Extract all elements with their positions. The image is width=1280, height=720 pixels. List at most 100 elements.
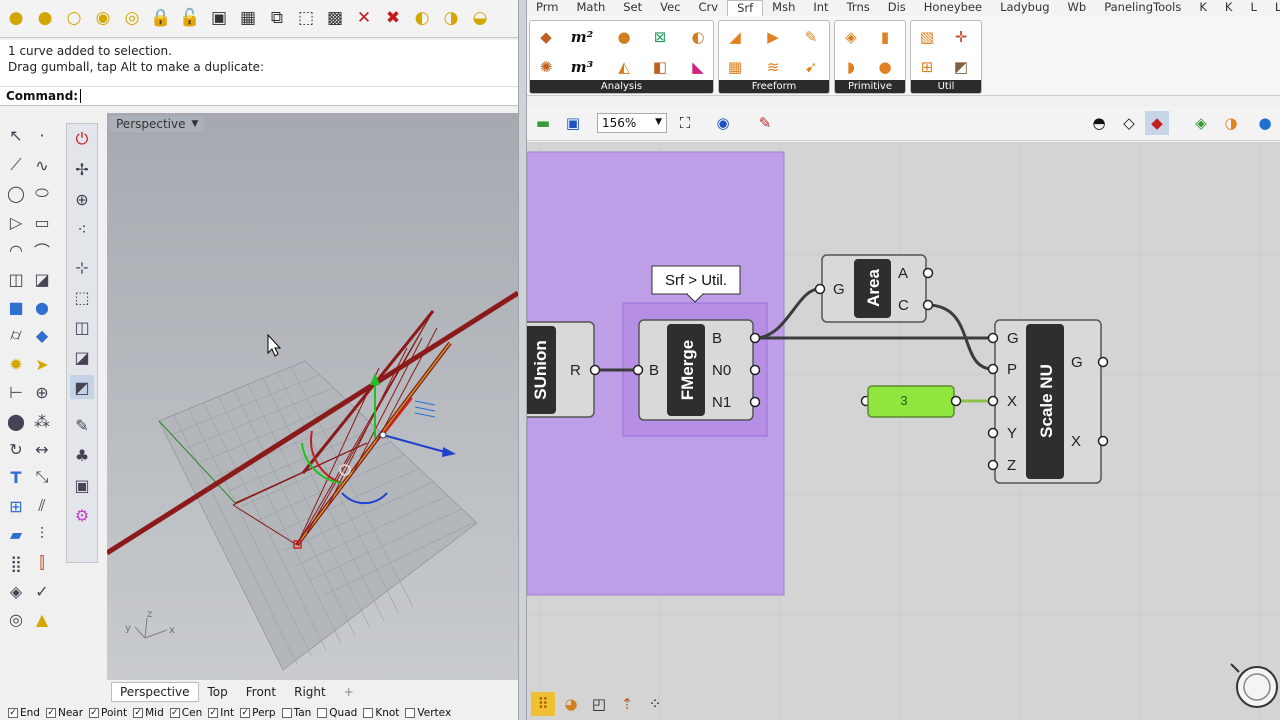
cube-icon[interactable]: ◪ bbox=[70, 345, 94, 369]
cube-icon[interactable]: ⬚ bbox=[70, 285, 94, 309]
osnap-checkbox[interactable]: ✓ bbox=[45, 708, 56, 718]
input-grip[interactable] bbox=[987, 332, 999, 344]
save-icon[interactable]: ▣ bbox=[561, 111, 585, 135]
power-icon[interactable]: ⏻ bbox=[70, 127, 94, 151]
solid-icon[interactable]: ▰ bbox=[4, 522, 28, 546]
sphere-icon[interactable]: ● bbox=[30, 295, 54, 319]
loft-icon[interactable]: ▦ bbox=[723, 55, 747, 79]
polygon-icon[interactable]: ▷ bbox=[4, 210, 28, 234]
gear-icon[interactable]: ⚙ bbox=[70, 503, 94, 527]
extrude-icon[interactable]: ◢ bbox=[723, 25, 747, 49]
sketch-icon[interactable]: ✎ bbox=[753, 111, 777, 135]
tab-l[interactable]: L bbox=[1241, 0, 1265, 16]
brush-icon[interactable]: ✎ bbox=[70, 413, 94, 437]
cap-icon[interactable]: ✛ bbox=[949, 25, 973, 49]
osnap-near[interactable]: ✓ Near bbox=[45, 706, 83, 720]
x-filter-icon[interactable]: ✕ bbox=[352, 7, 376, 31]
output-grip[interactable] bbox=[922, 267, 934, 279]
tab-msh[interactable]: Msh bbox=[763, 0, 804, 16]
check-icon[interactable]: ✓ bbox=[30, 579, 54, 603]
lightbulb-icon[interactable]: ◉ bbox=[91, 7, 115, 31]
light-icon[interactable]: ✹ bbox=[4, 352, 28, 376]
output-grip[interactable] bbox=[749, 332, 761, 344]
tab-top[interactable]: Top bbox=[199, 682, 237, 702]
tab-prm[interactable]: Prm bbox=[527, 0, 567, 16]
mesh-icon[interactable]: ◆ bbox=[30, 323, 54, 347]
component-area[interactable]: Area G A C bbox=[814, 254, 934, 323]
tab-wb[interactable]: Wb bbox=[1059, 0, 1096, 16]
osnap-checkbox[interactable]: ✓ bbox=[133, 708, 144, 718]
osnap-checkbox[interactable]: ✓ bbox=[208, 708, 219, 718]
cube-icon[interactable]: ◫ bbox=[70, 315, 94, 339]
tab-l[interactable]: L bbox=[1266, 0, 1280, 16]
brep-icon[interactable]: ◧ bbox=[648, 55, 672, 79]
tab-front[interactable]: Front bbox=[237, 682, 285, 702]
tree-icon[interactable]: ♣ bbox=[70, 443, 94, 467]
lightbulb-icon[interactable]: ◎ bbox=[120, 7, 144, 31]
lightbulb-icon[interactable]: ● bbox=[4, 7, 28, 31]
tab-crv[interactable]: Crv bbox=[690, 0, 728, 16]
cube-icon[interactable]: ◩ bbox=[70, 375, 94, 399]
zoom-select[interactable]: 156% ▼ bbox=[597, 113, 667, 133]
group-icon[interactable]: ⁂ bbox=[30, 409, 54, 433]
material-icon[interactable]: ◑ bbox=[1219, 111, 1243, 135]
input-grip[interactable] bbox=[632, 364, 644, 376]
tab-panelingtools[interactable]: PanelingTools bbox=[1095, 0, 1190, 16]
brep-join-icon[interactable]: ▧ bbox=[915, 25, 939, 49]
random-icon[interactable]: ⁘ bbox=[643, 692, 667, 716]
upload-icon[interactable]: ⇡ bbox=[615, 692, 639, 716]
split-icon[interactable]: ⫽ bbox=[30, 494, 54, 518]
osnap-tan[interactable]: Tan bbox=[281, 706, 311, 720]
preview-wire-icon[interactable]: ◇ bbox=[1117, 111, 1141, 135]
closest-icon[interactable]: ◐ bbox=[686, 25, 710, 49]
move-icon[interactable]: ↔ bbox=[30, 437, 54, 461]
gumball-icon[interactable]: ⊕ bbox=[30, 380, 54, 404]
add-viewport-tab-icon[interactable]: + bbox=[335, 682, 363, 702]
x-filter-icon[interactable]: ✖ bbox=[381, 7, 405, 31]
select-grid-icon[interactable]: ▩ bbox=[323, 7, 347, 31]
output-grip[interactable] bbox=[1097, 356, 1109, 368]
sphere-primitive-icon[interactable]: ● bbox=[873, 55, 897, 79]
divide-icon[interactable]: ⊞ bbox=[915, 55, 939, 79]
lock-swap-icon[interactable]: ⧉ bbox=[265, 7, 289, 31]
curvature-icon[interactable]: ◭ bbox=[612, 55, 636, 79]
plane-primitive-icon[interactable]: ◗ bbox=[839, 55, 863, 79]
lightbulb-icon[interactable]: ◒ bbox=[468, 7, 492, 31]
axes-icon[interactable]: ⊹ bbox=[70, 255, 94, 279]
open-folder-icon[interactable]: ▬ bbox=[531, 111, 555, 135]
component-scale-nu[interactable]: Scale NU G P X Y Z G X bbox=[987, 319, 1109, 484]
align-icon[interactable]: ⫿ bbox=[30, 551, 54, 575]
arc-icon[interactable]: ◠ bbox=[4, 238, 28, 262]
osnap-vertex[interactable]: Vertex bbox=[405, 706, 451, 720]
cluster-icon[interactable]: ◕ bbox=[559, 692, 583, 716]
output-grip[interactable] bbox=[950, 395, 962, 407]
perspective-viewport[interactable]: x y z bbox=[107, 113, 518, 680]
input-grip[interactable] bbox=[987, 459, 999, 471]
network-icon[interactable]: ≋ bbox=[761, 55, 785, 79]
cylinder-icon[interactable]: ⌭ bbox=[4, 323, 28, 347]
text-icon[interactable]: T bbox=[4, 465, 28, 489]
sphere-preview-icon[interactable]: ● bbox=[1253, 111, 1277, 135]
ellipse-icon[interactable]: ⬭ bbox=[30, 181, 54, 205]
lightbulb-off-icon[interactable]: ○ bbox=[62, 7, 86, 31]
osnap-cen[interactable]: ✓ Cen bbox=[169, 706, 202, 720]
box-icon[interactable]: ■ bbox=[4, 295, 28, 319]
select-icon[interactable]: ⬚ bbox=[294, 7, 318, 31]
surface-edit-icon[interactable]: ◪ bbox=[30, 267, 54, 291]
osnap-perp[interactable]: ✓ Perp bbox=[240, 706, 276, 720]
osnap-mid[interactable]: ✓ Mid bbox=[133, 706, 164, 720]
input-grip[interactable] bbox=[987, 395, 999, 407]
grasshopper-canvas[interactable]: Srf > Util. SUnion R FMerge B B N0 N1 Ar… bbox=[527, 142, 1280, 720]
box-analysis-icon[interactable]: ◆ bbox=[534, 25, 558, 49]
input-grip[interactable] bbox=[987, 427, 999, 439]
dropdown-arrow-icon[interactable]: ▼ bbox=[192, 119, 199, 129]
evaluate-icon[interactable]: ⊠ bbox=[648, 25, 672, 49]
osnap-int[interactable]: ✓ Int bbox=[208, 706, 234, 720]
input-grip[interactable] bbox=[987, 363, 999, 375]
unlock-icon[interactable]: 🔓 bbox=[178, 7, 202, 31]
tab-perspective[interactable]: Perspective bbox=[111, 682, 199, 702]
lock-icon[interactable]: 🔒 bbox=[149, 7, 173, 31]
frame-icon[interactable]: ▣ bbox=[70, 473, 94, 497]
circle-icon[interactable]: ◯ bbox=[4, 181, 28, 205]
osnap-quad[interactable]: Quad bbox=[317, 706, 357, 720]
